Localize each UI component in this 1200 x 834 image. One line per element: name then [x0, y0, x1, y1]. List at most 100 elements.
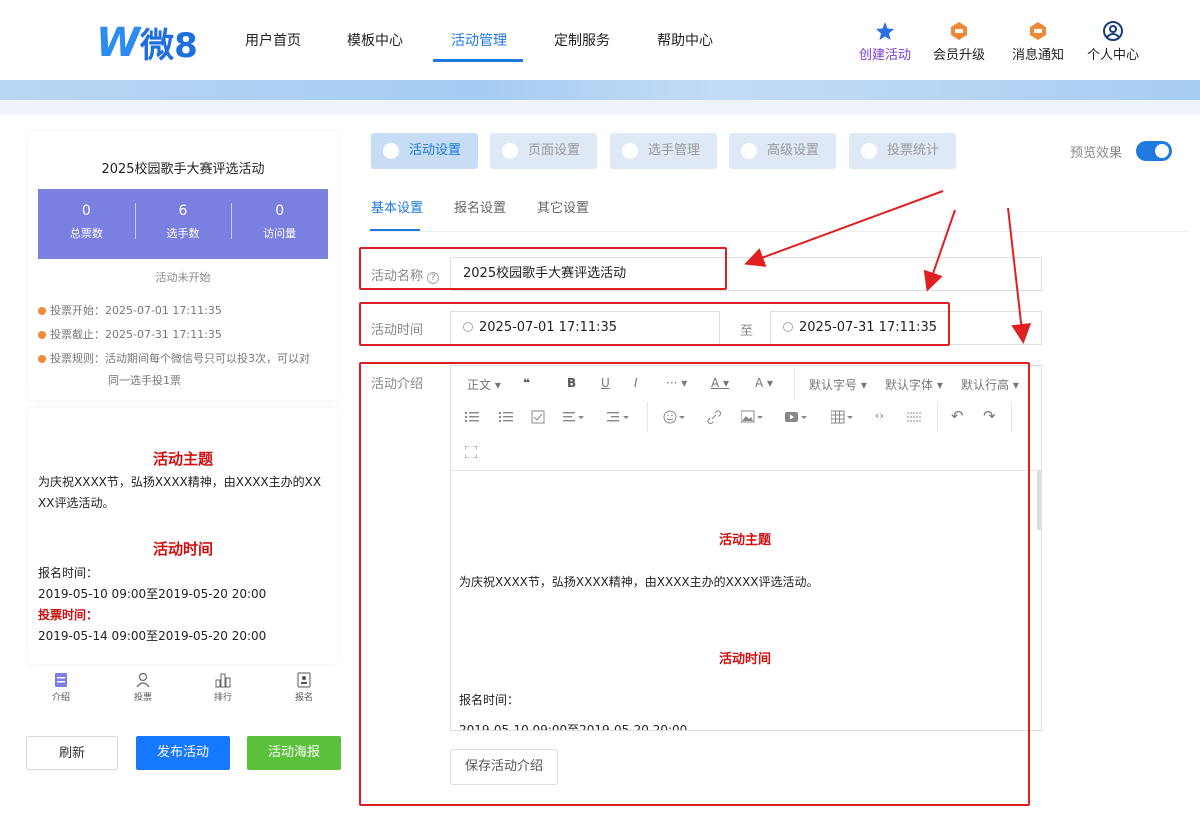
- stat-value: 0: [275, 203, 285, 219]
- subtab-basic-settings[interactable]: 基本设置: [371, 197, 423, 216]
- stat-label: 总票数: [69, 227, 103, 240]
- font-color-icon[interactable]: A ▾: [711, 376, 729, 390]
- more-format-icon[interactable]: ··· ▾: [666, 376, 687, 390]
- editor-scrollbar[interactable]: [1037, 470, 1041, 530]
- nav-home[interactable]: 用户首页: [245, 30, 301, 50]
- nav-custom-service[interactable]: 定制服务: [554, 30, 610, 50]
- user-center-button[interactable]: 个人中心: [1082, 20, 1144, 63]
- activity-poster-button[interactable]: 活动海报: [247, 736, 341, 770]
- help-icon[interactable]: ?: [427, 272, 440, 284]
- stat-contestants: 6 选手数: [134, 189, 232, 259]
- undo-icon[interactable]: ↶: [951, 407, 964, 425]
- activity-time-label: 活动时间: [371, 323, 424, 338]
- notifications-button[interactable]: 消息通知: [1007, 20, 1069, 63]
- preview-heading-time: 活动时间: [152, 540, 213, 558]
- publish-activity-button[interactable]: 发布活动: [136, 736, 230, 770]
- tabbar-label: 排行: [213, 693, 232, 703]
- vote-rule-text: 投票规则：活动期间每个微信号只可以投3次，可以对: [50, 352, 310, 365]
- preview-effect-toggle[interactable]: [1136, 141, 1172, 161]
- video-icon[interactable]: [785, 410, 809, 424]
- background-color-icon[interactable]: A ▾: [755, 376, 773, 390]
- save-intro-button[interactable]: 保存活动介绍: [450, 749, 558, 785]
- editor-content[interactable]: 活动主题 为庆祝XXXX节，弘扬XXXX精神，由XXXX主办的XXXX评选活动。…: [451, 470, 1039, 730]
- stat-total-votes: 0 总票数: [38, 189, 135, 259]
- tab-page-settings[interactable]: 页面设置: [490, 133, 597, 169]
- signup-time: 2019-05-10 09:00至2019-05-20 20:00: [38, 587, 267, 601]
- tabbar-intro[interactable]: 介绍: [36, 672, 86, 703]
- tabbar-vote[interactable]: 投票: [118, 672, 168, 703]
- checklist-icon[interactable]: [531, 410, 545, 424]
- subtab-other-settings[interactable]: 其它设置: [537, 197, 589, 216]
- nav-templates[interactable]: 模板中心: [347, 30, 403, 50]
- logo-text: 微8: [140, 26, 198, 66]
- italic-icon[interactable]: I: [634, 376, 638, 390]
- stat-label: 选手数: [166, 227, 200, 240]
- emoji-icon[interactable]: [663, 410, 687, 424]
- create-activity-button[interactable]: 创建活动: [854, 20, 916, 63]
- tab-advanced-settings[interactable]: 高级设置: [729, 133, 836, 169]
- align-icon[interactable]: [563, 410, 585, 424]
- person-icon: [622, 143, 638, 159]
- vote-start-info: 投票开始：2025-07-01 17:11:35: [38, 302, 222, 318]
- paragraph-format-select[interactable]: 正文 ▾: [467, 376, 501, 393]
- tab-label: 高级设置: [767, 143, 820, 158]
- bullet-list-icon[interactable]: [465, 410, 479, 424]
- font-family-label: 默认字体: [885, 378, 934, 392]
- toolbar-divider: [647, 402, 648, 432]
- link-icon[interactable]: [707, 410, 721, 424]
- subtab-divider: [370, 231, 1188, 232]
- underline-icon[interactable]: U: [601, 376, 610, 390]
- member-upgrade-label: 会员升级: [932, 48, 985, 63]
- activity-status: 活动未开始: [155, 271, 211, 284]
- tabbar-label: 介绍: [51, 693, 70, 703]
- table-icon[interactable]: [831, 410, 855, 424]
- user-center-label: 个人中心: [1086, 48, 1139, 63]
- tab-activity-settings[interactable]: 活动设置: [371, 133, 478, 169]
- start-time-input[interactable]: 2025-07-01 17:11:35: [450, 311, 720, 345]
- preview-heading-theme: 活动主题: [152, 450, 213, 468]
- end-time-input[interactable]: 2025-07-31 17:11:35: [770, 311, 1042, 345]
- tab-contestant-management[interactable]: 选手管理: [610, 133, 717, 169]
- tabbar-ranking[interactable]: 排行: [198, 672, 248, 703]
- fullscreen-icon[interactable]: [465, 446, 477, 458]
- editor-heading-theme: 活动主题: [718, 533, 771, 548]
- tab-label: 投票统计: [887, 143, 940, 158]
- font-family-select[interactable]: 默认字体 ▾: [885, 376, 943, 393]
- activity-title: 2025校园歌手大赛评选活动: [101, 162, 265, 177]
- redo-icon[interactable]: ↷: [983, 407, 996, 425]
- tabbar-label: 投票: [133, 693, 152, 703]
- signup-label: 报名时间：: [38, 566, 99, 580]
- nav-activity-management[interactable]: 活动管理: [451, 30, 507, 50]
- tab-vote-statistics[interactable]: 投票统计: [849, 133, 956, 169]
- activity-name-input[interactable]: 2025校园歌手大赛评选活动: [450, 257, 1042, 291]
- editor-paragraph: 为庆祝XXXX节，弘扬XXXX精神，由XXXX主办的XXXX评选活动。: [459, 575, 819, 589]
- tabbar-signup[interactable]: 报名: [279, 672, 329, 703]
- create-activity-label: 创建活动: [858, 48, 911, 63]
- code-icon[interactable]: ‹›: [875, 409, 884, 422]
- bold-icon[interactable]: B: [567, 376, 576, 390]
- vote-rule-text-2: 同一选手投1票: [108, 374, 181, 387]
- intro-preview-card: 活动主题 为庆祝XXXX节，弘扬XXXX精神，由XXXX主办的XX XX评选活动…: [28, 408, 338, 664]
- subtab-signup-settings[interactable]: 报名设置: [454, 197, 506, 216]
- refresh-button[interactable]: 刷新: [26, 736, 118, 770]
- divider-icon[interactable]: [907, 410, 921, 424]
- indent-icon[interactable]: [607, 410, 631, 424]
- user-icon: [1103, 21, 1123, 41]
- line-height-select[interactable]: 默认行高 ▾: [961, 376, 1019, 393]
- vote-time-label: 投票时间：: [38, 608, 99, 622]
- numbered-list-icon[interactable]: [499, 410, 513, 424]
- quote-icon[interactable]: ❝: [523, 376, 530, 390]
- label-text: 活动名称: [371, 269, 424, 284]
- dot-icon: [38, 355, 46, 363]
- nav-help[interactable]: 帮助中心: [657, 30, 713, 50]
- rich-text-editor[interactable]: 正文 ▾ ❝ B U I ··· ▾ A ▾ A ▾ 默认字号 ▾ 默认字体 ▾…: [450, 365, 1042, 731]
- logo[interactable]: W 微8: [96, 18, 198, 67]
- member-upgrade-button[interactable]: 会员升级: [928, 20, 990, 63]
- font-color-label: A: [711, 376, 720, 390]
- stat-visits: 0 访问量: [231, 189, 328, 259]
- font-size-select[interactable]: 默认字号 ▾: [809, 376, 867, 393]
- dot-icon: [38, 331, 46, 339]
- activity-summary-card: 2025校园歌手大赛评选活动 0 总票数 6 选手数 0 访问量 活动未开始 投…: [28, 132, 338, 400]
- vote-end-text: 投票截止：2025-07-31 17:11:35: [50, 328, 222, 341]
- image-icon[interactable]: [741, 410, 765, 424]
